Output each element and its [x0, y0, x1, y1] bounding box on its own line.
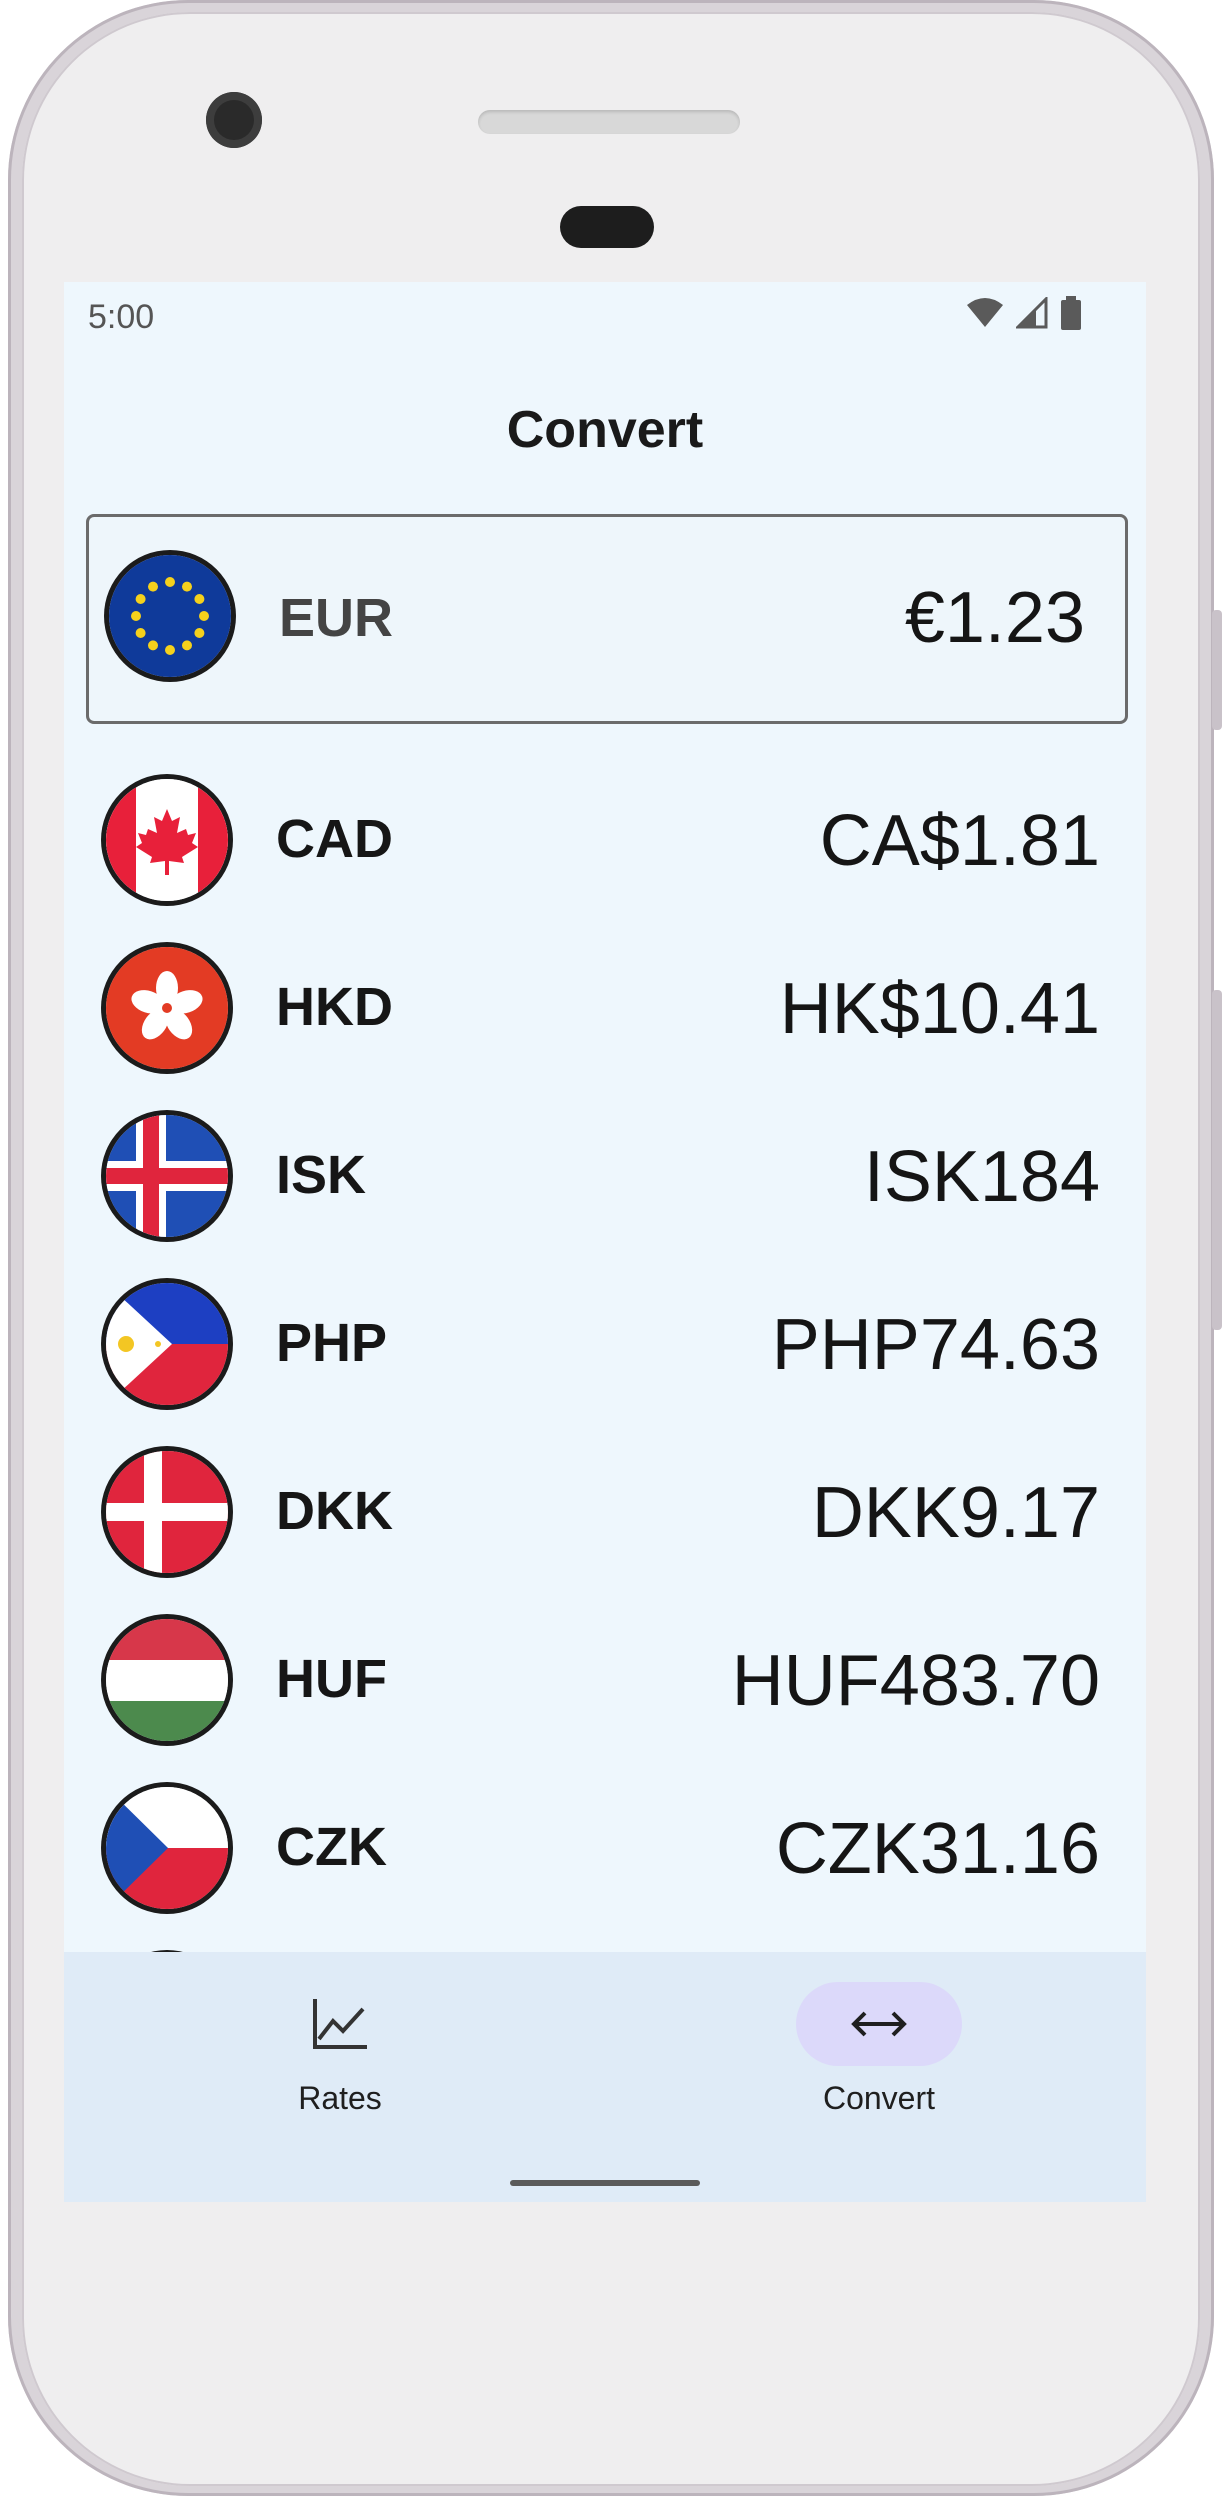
currency-amount: CZK31.16	[775, 1809, 1100, 1889]
status-icons	[966, 296, 1082, 330]
front-camera	[206, 92, 262, 148]
currency-code: EUR	[279, 588, 394, 648]
eu-star	[135, 594, 146, 604]
eu-star	[199, 611, 209, 621]
eu-star	[182, 581, 192, 592]
currency-row-hkd[interactable]: HKD HK$10.41	[64, 924, 1146, 1092]
philippines-flag-icon	[106, 1283, 228, 1405]
currency-amount: CA$1.81	[819, 801, 1100, 881]
eu-star	[182, 640, 192, 651]
currency-amount: PHP74.63	[771, 1305, 1100, 1385]
currency-amount: HUF483.70	[731, 1641, 1100, 1721]
wifi-icon	[967, 298, 1003, 327]
currency-code: ISK	[276, 1145, 367, 1205]
currency-amount-input[interactable]: €1.23	[905, 577, 1085, 659]
czech-flag-icon	[106, 1787, 228, 1909]
currency-row-isk[interactable]: ISK ISK184	[64, 1092, 1146, 1260]
currency-amount: ISK184	[863, 1137, 1100, 1217]
currency-code: HUF	[276, 1649, 387, 1709]
phone-device: 5:00 Convert EUR €1.23 CAD CA$1.81 HKD H…	[0, 0, 1222, 2498]
nav-item-rates[interactable]: Rates	[190, 1982, 490, 2142]
currency-row-dkk[interactable]: DKK DKK9.17	[64, 1428, 1146, 1596]
iceland-flag-icon	[106, 1115, 228, 1237]
line-chart-icon	[313, 1999, 367, 2049]
page-title: Convert	[506, 401, 704, 459]
currency-amount: DKK9.17	[811, 1473, 1100, 1553]
currency-row-cad[interactable]: CAD CA$1.81	[64, 756, 1146, 924]
currency-code: CAD	[276, 809, 393, 869]
eu-star	[148, 581, 158, 592]
eu-star	[194, 594, 205, 604]
eu-star	[194, 628, 205, 638]
status-bar: 5:00	[64, 282, 1146, 348]
eu-star	[165, 645, 175, 655]
nav-rates-indicator	[257, 1982, 423, 2066]
eu-star	[131, 611, 141, 621]
side-button	[1212, 990, 1222, 1330]
proximity-sensor	[560, 206, 654, 248]
currency-code: HKD	[276, 977, 393, 1037]
currency-row-czk[interactable]: CZK CZK31.16	[64, 1764, 1146, 1932]
eu-flag-icon	[109, 555, 231, 677]
nav-rates-label: Rates	[298, 2080, 382, 2116]
status-time: 5:00	[88, 298, 155, 336]
bottom-navigation: Rates Convert	[64, 1952, 1146, 2202]
eu-star	[148, 640, 158, 651]
hong-kong-flag-icon	[106, 947, 228, 1069]
gesture-handle[interactable]	[510, 2180, 700, 2186]
currency-row-huf[interactable]: HUF HUF483.70	[64, 1596, 1146, 1764]
battery-icon	[1061, 296, 1081, 330]
eu-star	[135, 628, 146, 638]
currency-amount: HK$10.41	[779, 969, 1100, 1049]
currency-code: PHP	[276, 1313, 388, 1373]
canada-flag-icon	[106, 779, 228, 901]
nav-convert-label: Convert	[822, 2080, 936, 2116]
denmark-flag-icon	[106, 1451, 228, 1573]
currency-row-php[interactable]: PHP PHP74.63	[64, 1260, 1146, 1428]
eu-star	[165, 577, 175, 587]
earpiece-speaker	[478, 110, 740, 134]
selected-currency-field[interactable]: EUR €1.23	[86, 514, 1128, 724]
swap-horizontal-icon	[851, 2011, 907, 2037]
nav-item-convert[interactable]: Convert	[729, 1982, 1029, 2142]
cell-signal-icon	[1016, 297, 1048, 329]
nav-convert-indicator	[796, 1982, 962, 2066]
currency-code: CZK	[276, 1817, 387, 1877]
volume-button	[1212, 610, 1222, 730]
currency-code: DKK	[276, 1481, 393, 1541]
hungary-flag-icon	[106, 1619, 228, 1741]
app-screen: 5:00 Convert EUR €1.23 CAD CA$1.81 HKD H…	[64, 282, 1146, 2202]
